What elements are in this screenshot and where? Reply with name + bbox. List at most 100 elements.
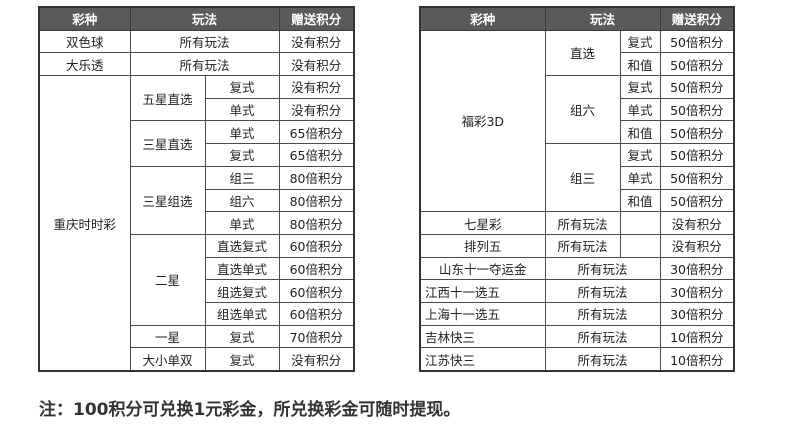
header-type: 彩种 (419, 6, 546, 31)
points-cell: 80倍积分 (278, 165, 355, 190)
table-row: 山东十一夺运金 所有玩法 30倍积分 (419, 256, 735, 281)
table-row: 福彩3D 直选 复式 50倍积分 (419, 29, 735, 213)
points-cell: 10倍积分 (659, 324, 735, 349)
table-row: 双色球 所有玩法 没有积分 (38, 29, 355, 54)
group-name: 直选 (544, 29, 621, 77)
play-cell: 所有玩法 (544, 256, 661, 281)
play-cell: 复式 (204, 143, 280, 167)
points-cell: 60倍积分 (278, 279, 355, 303)
lottery-name: 排列五 (419, 233, 546, 258)
points-cell: 50倍积分 (659, 52, 735, 77)
play-cell: 单式 (204, 211, 280, 235)
group-name: 五星直选 (129, 75, 206, 122)
table-row: 重庆时时彩 五星直选 复式 没有积分 (38, 75, 355, 372)
play-cell: 所有玩法 (544, 211, 621, 235)
group-name: 组三 (544, 143, 621, 213)
lottery-name: 大乐透 (38, 52, 131, 77)
table-header-row: 彩种 玩法 赠送积分 (419, 6, 735, 31)
points-cell: 没有积分 (659, 233, 735, 258)
play-cell: 组六 (204, 188, 280, 213)
play-cell: 所有玩法 (129, 52, 280, 77)
points-cell: 50倍积分 (659, 97, 735, 122)
play-cell: 和值 (619, 188, 661, 213)
points-cell: 50倍积分 (659, 143, 735, 167)
points-cell: 10倍积分 (659, 347, 735, 372)
table-row: 江苏快三 所有玩法 10倍积分 (419, 347, 735, 372)
lottery-name: 福彩3D (419, 29, 546, 213)
lottery-name: 双色球 (38, 29, 131, 54)
play-cell: 单式 (619, 97, 661, 122)
points-cell: 30倍积分 (659, 301, 735, 326)
header-points: 赠送积分 (278, 6, 355, 31)
lottery-name: 重庆时时彩 (38, 75, 131, 372)
play-cell: 复式 (204, 324, 280, 349)
points-cell: 60倍积分 (278, 256, 355, 281)
points-cell: 50倍积分 (659, 165, 735, 190)
points-cell: 50倍积分 (659, 120, 735, 145)
play-cell: 所有玩法 (544, 233, 621, 258)
play-cell: 单式 (204, 120, 280, 145)
empty-cell (619, 233, 661, 258)
points-cell: 没有积分 (659, 211, 735, 235)
lottery-name: 上海十一选五 (419, 301, 546, 326)
group-name: 三星组选 (129, 165, 206, 235)
points-cell: 没有积分 (278, 97, 355, 122)
points-cell: 80倍积分 (278, 211, 355, 235)
play-cell: 单式 (619, 165, 661, 190)
empty-cell (619, 211, 661, 235)
play-cell: 所有玩法 (544, 347, 661, 372)
table-header-row: 彩种 玩法 赠送积分 (38, 6, 355, 31)
points-cell: 30倍积分 (659, 256, 735, 281)
points-cell: 没有积分 (278, 52, 355, 77)
play-cell: 组选复式 (204, 279, 280, 303)
play-cell: 所有玩法 (544, 279, 661, 303)
table-row: 排列五 所有玩法 没有积分 (419, 233, 735, 258)
table-row: 七星彩 所有玩法 没有积分 (419, 211, 735, 235)
play-cell: 单式 (204, 97, 280, 122)
play-cell: 直选复式 (204, 233, 280, 258)
table-row: 江西十一选五 所有玩法 30倍积分 (419, 279, 735, 303)
table-row: 大乐透 所有玩法 没有积分 (38, 52, 355, 77)
points-cell: 没有积分 (278, 75, 355, 99)
points-cell: 60倍积分 (278, 233, 355, 258)
lottery-name: 山东十一夺运金 (419, 256, 546, 281)
group-name: 三星直选 (129, 120, 206, 167)
exchange-note: 注：100积分可兑换1元彩金，所兑换彩金可随时提现。 (39, 400, 461, 420)
points-cell: 65倍积分 (278, 120, 355, 145)
group-name: 一星 (129, 324, 206, 349)
points-cell: 50倍积分 (659, 75, 735, 99)
play-cell: 组三 (204, 165, 280, 190)
play-cell: 复式 (619, 75, 661, 99)
play-cell: 所有玩法 (129, 29, 280, 54)
play-cell: 所有玩法 (544, 301, 661, 326)
points-cell: 50倍积分 (659, 188, 735, 213)
play-cell: 复式 (619, 29, 661, 54)
points-cell: 80倍积分 (278, 188, 355, 213)
right-points-table: 彩种 玩法 赠送积分 福彩3D 直选 复式 50倍积分 和值 50倍积分 组六 … (419, 6, 736, 372)
lottery-name: 吉林快三 (419, 324, 546, 349)
table-row: 吉林快三 所有玩法 10倍积分 (419, 324, 735, 349)
play-cell: 直选单式 (204, 256, 280, 281)
lottery-name: 七星彩 (419, 211, 546, 235)
header-play: 玩法 (544, 6, 661, 31)
points-cell: 没有积分 (278, 29, 355, 54)
lottery-name: 江苏快三 (419, 347, 546, 372)
group-name: 大小单双 (129, 347, 206, 372)
header-type: 彩种 (38, 6, 131, 31)
points-cell: 30倍积分 (659, 279, 735, 303)
points-cell: 70倍积分 (278, 324, 355, 349)
points-cell: 60倍积分 (278, 301, 355, 326)
left-points-table: 彩种 玩法 赠送积分 双色球 所有玩法 没有积分 大乐透 所有玩法 没有积分 重… (38, 6, 356, 372)
points-cell: 50倍积分 (659, 29, 735, 54)
header-points: 赠送积分 (659, 6, 735, 31)
group-name: 二星 (129, 233, 206, 326)
play-cell: 组选单式 (204, 301, 280, 326)
play-cell: 复式 (619, 143, 661, 167)
play-cell: 和值 (619, 120, 661, 145)
points-cell: 没有积分 (278, 347, 355, 372)
group-name: 组六 (544, 75, 621, 145)
play-cell: 复式 (204, 347, 280, 372)
table-row: 上海十一选五 所有玩法 30倍积分 (419, 301, 735, 326)
header-play: 玩法 (129, 6, 280, 31)
play-cell: 和值 (619, 52, 661, 77)
